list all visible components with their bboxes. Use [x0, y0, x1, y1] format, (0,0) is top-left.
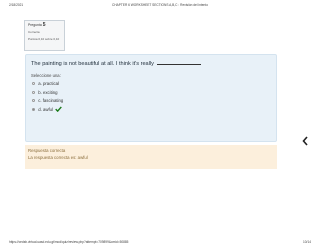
answer-blank	[156, 59, 201, 65]
feedback-panel: Respuesta correcta La respuesta correcta…	[25, 145, 277, 169]
question-label: Pregunta	[28, 23, 42, 27]
chevron-left-icon[interactable]	[302, 136, 308, 146]
option-a[interactable]: a. practical	[31, 80, 271, 89]
answer-options: a. practical b. exciting c. fascinating …	[31, 80, 271, 114]
option-label: c. fascinating	[38, 98, 64, 104]
question-number: Pregunta 5	[28, 23, 61, 28]
question-content: The painting is not beautiful at all. I …	[25, 54, 277, 142]
question-info-panel: Pregunta 5 Correcta Puntúa 0,10 sobre 0,…	[24, 20, 65, 51]
option-c[interactable]: c. fascinating	[31, 97, 271, 106]
option-label: b. exciting	[38, 89, 58, 95]
question-number-value: 5	[42, 22, 46, 28]
question-text-body: The painting is not beautiful at all. I …	[31, 60, 154, 67]
radio-a[interactable]	[32, 82, 36, 86]
print-title: CHAPTER 6 WORKSHEET SECTIONS A,B,C : Rev…	[112, 3, 208, 7]
correct-answer-text: La respuesta correcta es: awful	[28, 155, 88, 160]
radio-c[interactable]	[32, 99, 36, 103]
question-status: Correcta	[28, 30, 40, 34]
option-b[interactable]: b. exciting	[31, 88, 271, 97]
print-page-number: 10/14	[303, 240, 311, 244]
option-label: a. practical	[38, 81, 59, 87]
select-prompt: Seleccione una:	[31, 72, 61, 78]
radio-b[interactable]	[32, 90, 36, 94]
option-d[interactable]: d. awful	[31, 105, 271, 114]
question-points: Puntúa 0,10 sobre 0,10	[28, 36, 60, 41]
radio-d[interactable]	[32, 107, 36, 111]
question-text: The painting is not beautiful at all. I …	[31, 59, 271, 67]
option-label: d. awful	[38, 106, 53, 112]
correct-check-icon	[55, 106, 62, 113]
print-url: https://cedsb.virtual.uasd.edu.gt/mod/qu…	[9, 240, 129, 244]
feedback-title: Respuesta correcta	[28, 148, 66, 153]
